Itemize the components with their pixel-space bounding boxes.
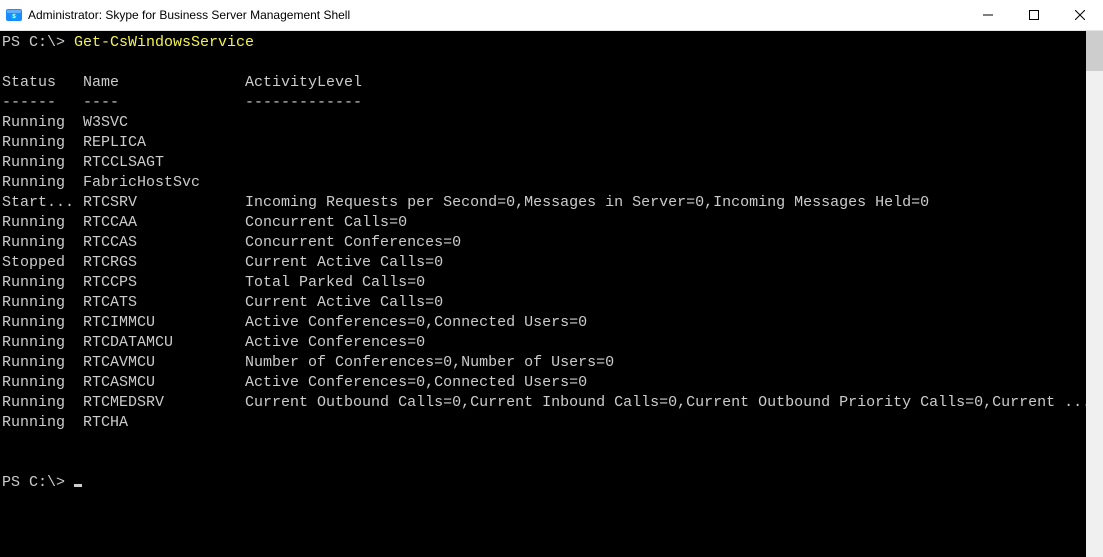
title-bar: S Administrator: Skype for Business Serv… bbox=[0, 0, 1103, 31]
scrollbar-thumb[interactable] bbox=[1086, 31, 1103, 71]
minimize-button[interactable] bbox=[965, 0, 1011, 30]
terminal-output[interactable]: PS C:\> Get-CsWindowsService Status Name… bbox=[0, 31, 1086, 557]
maximize-button[interactable] bbox=[1011, 0, 1057, 30]
window-controls bbox=[965, 0, 1103, 30]
window-title: Administrator: Skype for Business Server… bbox=[28, 8, 965, 22]
terminal-area: PS C:\> Get-CsWindowsService Status Name… bbox=[0, 31, 1103, 557]
close-button[interactable] bbox=[1057, 0, 1103, 30]
scrollbar[interactable] bbox=[1086, 31, 1103, 557]
app-icon: S bbox=[6, 7, 22, 23]
